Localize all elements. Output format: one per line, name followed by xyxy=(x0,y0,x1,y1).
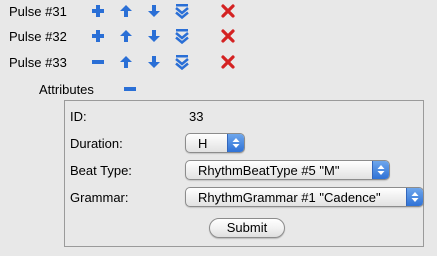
double-chevron-down-icon[interactable] xyxy=(174,3,190,19)
red-x-delete-icon[interactable] xyxy=(220,3,236,19)
duration-value: H xyxy=(198,136,208,151)
grammar-select[interactable]: RhythmGrammar #1 "Cadence" xyxy=(185,187,424,207)
grammar-value: RhythmGrammar #1 "Cadence" xyxy=(198,190,381,205)
arrow-up-icon[interactable] xyxy=(118,54,134,70)
beat-type-label: Beat Type: xyxy=(70,163,132,178)
grammar-label: Grammar: xyxy=(70,190,129,205)
arrow-up-icon[interactable] xyxy=(118,3,134,19)
plus-icon[interactable] xyxy=(90,28,106,44)
pulse-label: Pulse #32 xyxy=(9,29,67,44)
attributes-label: Attributes xyxy=(39,82,94,97)
pulse-row: Pulse #33 xyxy=(0,52,437,74)
minus-icon[interactable] xyxy=(90,54,106,70)
beat-type-value: RhythmBeatType #5 "M" xyxy=(198,163,340,178)
duration-select[interactable]: H xyxy=(185,133,245,153)
pulse-row: Pulse #31 xyxy=(0,1,437,23)
select-arrows-icon xyxy=(406,188,423,206)
arrow-up-icon[interactable] xyxy=(118,28,134,44)
double-chevron-down-icon[interactable] xyxy=(174,54,190,70)
plus-icon[interactable] xyxy=(90,3,106,19)
arrow-down-icon[interactable] xyxy=(146,54,162,70)
pulse-label: Pulse #31 xyxy=(9,4,67,19)
select-arrows-icon xyxy=(227,134,244,152)
submit-button[interactable]: Submit xyxy=(209,218,285,238)
arrow-down-icon[interactable] xyxy=(146,28,162,44)
id-label: ID: xyxy=(70,109,87,124)
id-value: 33 xyxy=(189,109,204,124)
pulse-label: Pulse #33 xyxy=(9,55,67,70)
red-x-delete-icon[interactable] xyxy=(220,28,236,44)
pulse-row: Pulse #32 xyxy=(0,26,437,48)
select-arrows-icon xyxy=(372,161,389,179)
red-x-delete-icon[interactable] xyxy=(220,54,236,70)
duration-label: Duration: xyxy=(70,136,123,151)
beat-type-select[interactable]: RhythmBeatType #5 "M" xyxy=(185,160,390,180)
double-chevron-down-icon[interactable] xyxy=(174,28,190,44)
attributes-panel: ID: 33 Duration: H Beat Type: RhythmBeat… xyxy=(64,100,424,247)
arrow-down-icon[interactable] xyxy=(146,3,162,19)
minus-icon[interactable] xyxy=(122,81,138,97)
